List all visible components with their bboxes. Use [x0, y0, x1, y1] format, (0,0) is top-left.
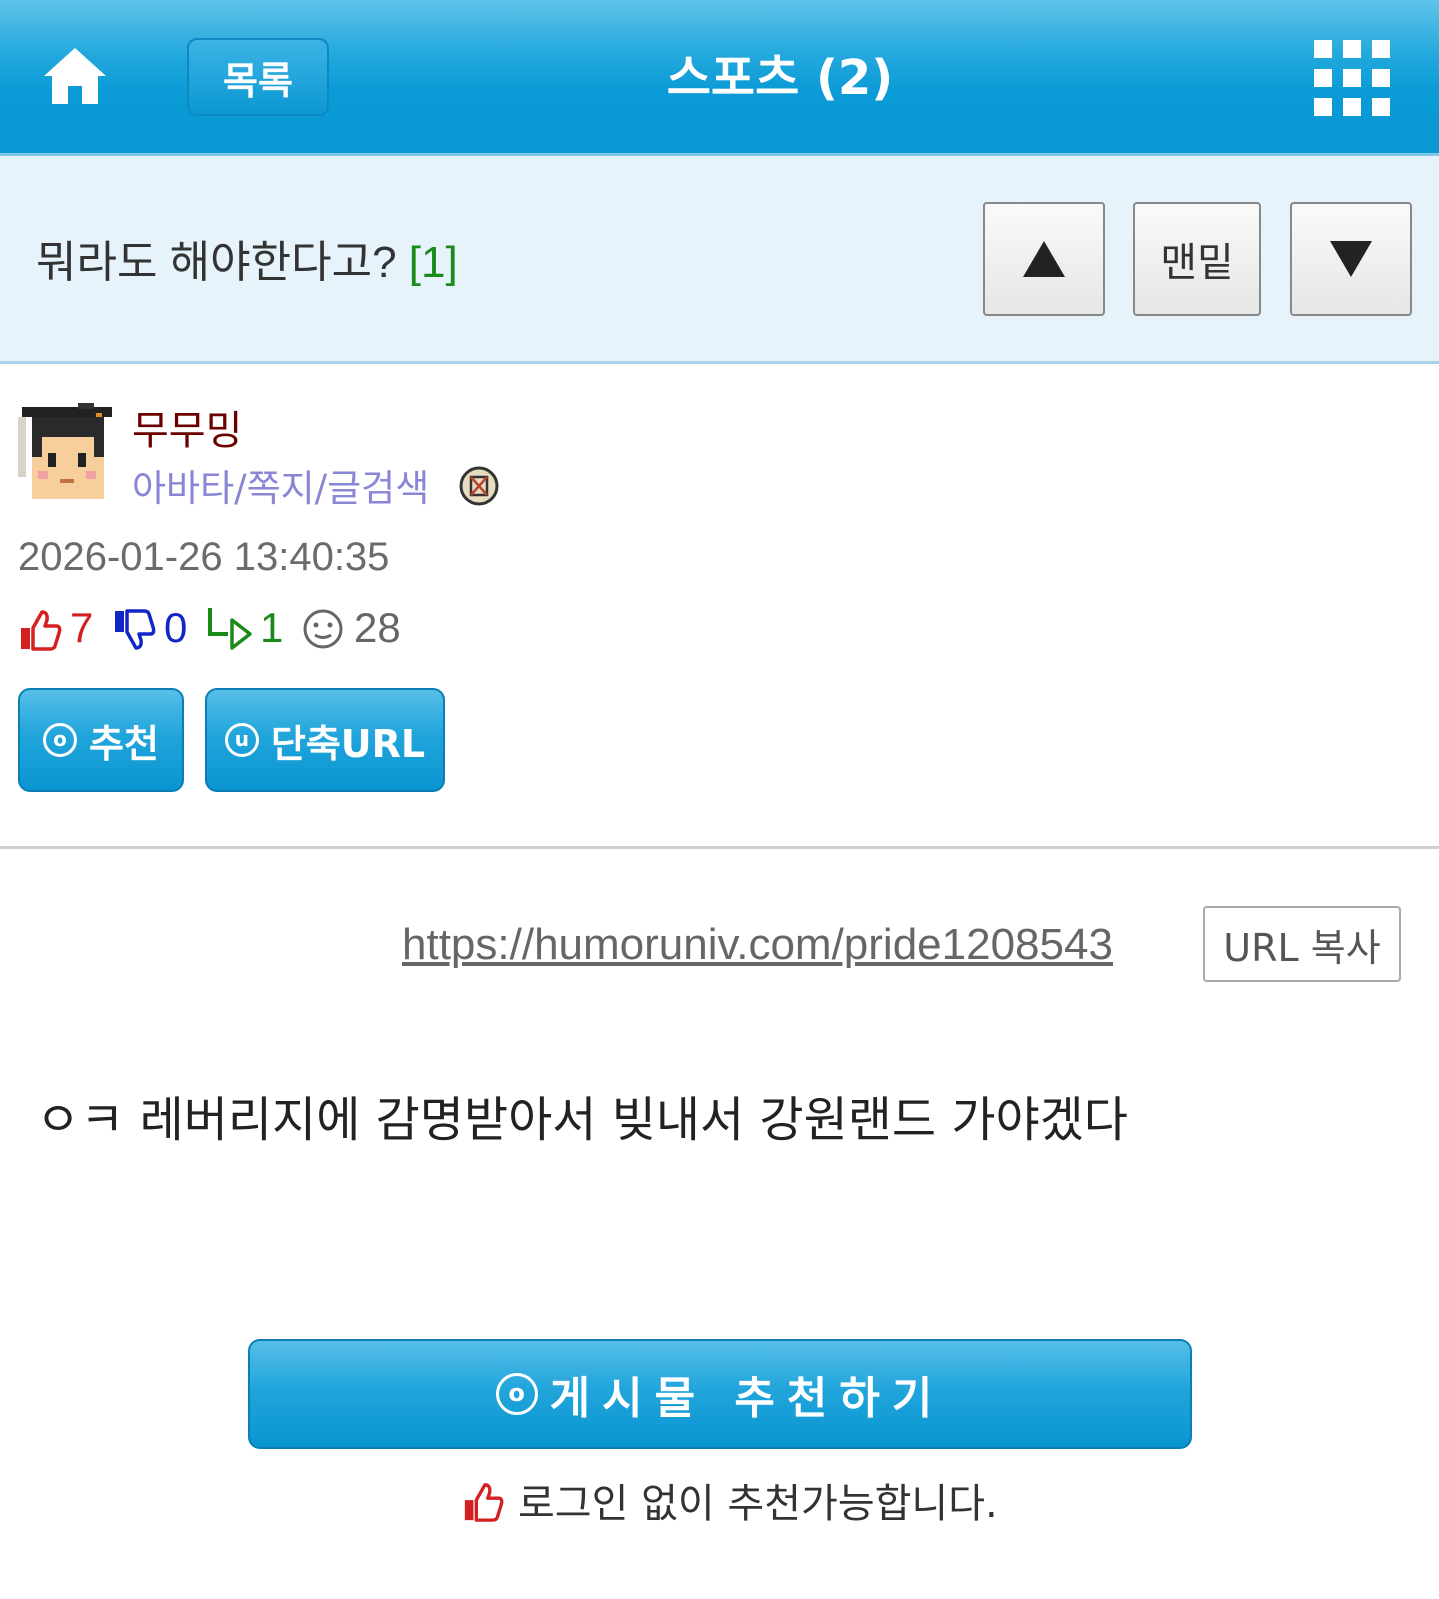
login-note-text: 로그인 없이 추천가능합니다. — [518, 1481, 998, 1527]
smiley-icon — [303, 609, 343, 649]
post-title: 뭐라도 해야한다고? [1] — [36, 226, 458, 290]
thumbs-down-icon — [115, 609, 156, 650]
avatar[interactable] — [18, 403, 114, 503]
thumbs-up-icon — [21, 610, 62, 651]
post-recommend-circle-icon: o — [495, 1373, 538, 1415]
grid-menu-icon[interactable] — [1314, 40, 1390, 116]
login-note: 로그인 없이 추천가능합니다. — [462, 1471, 998, 1529]
category-title: 스포츠 (2) — [666, 50, 894, 106]
post-recommend-button[interactable]: o 게시물 추천하기 — [248, 1339, 1192, 1449]
list-button[interactable]: 목록 — [187, 38, 329, 116]
post-title-text: 뭐라도 해야한다고? — [36, 238, 397, 287]
recommend-circle-icon: o — [43, 723, 78, 757]
comment-count[interactable]: [1] — [409, 238, 458, 287]
reply-count: 1 — [260, 604, 284, 651]
recommend-button[interactable]: o 추천 — [18, 688, 184, 792]
post-title-bar: 뭐라도 해야한다고? [1] 맨밑 — [0, 156, 1439, 364]
recommend-label: 추천 — [89, 721, 159, 766]
post-body: ㅇㅋ 레버리지에 감명받아서 빚내서 강원랜드 가야겠다 — [36, 1092, 1128, 1148]
post-url-link[interactable]: https://humoruniv.com/pride1208543 — [402, 920, 1113, 970]
short-url-button[interactable]: u 단축URL — [205, 688, 445, 792]
next-post-button[interactable] — [1290, 202, 1412, 316]
badge-icon — [459, 466, 499, 506]
post-datetime: 2026-01-26 13:40:35 — [18, 535, 390, 579]
reply-arrow-icon — [208, 608, 252, 650]
divider — [0, 846, 1439, 849]
triangle-up-icon — [1023, 241, 1065, 277]
go-bottom-button[interactable]: 맨밑 — [1133, 202, 1261, 316]
author-name[interactable]: 무무밍 — [132, 398, 242, 456]
author-links[interactable]: 아바타/쪽지/글검색 — [132, 458, 429, 512]
triangle-down-icon — [1330, 241, 1372, 277]
view-count: 28 — [354, 604, 401, 651]
home-icon[interactable] — [42, 44, 108, 108]
prev-post-button[interactable] — [983, 202, 1105, 316]
post-recommend-label: 게시물 추천하기 — [549, 1373, 945, 1424]
copy-url-button[interactable]: URL 복사 — [1203, 906, 1401, 982]
dislike-count: 0 — [164, 604, 188, 651]
thumbs-up-icon — [464, 1483, 504, 1522]
like-count: 7 — [70, 604, 94, 651]
short-url-circle-icon: u — [224, 723, 259, 757]
top-bar: 목록 스포츠 (2) — [0, 0, 1439, 156]
short-url-label: 단축URL — [270, 721, 426, 766]
